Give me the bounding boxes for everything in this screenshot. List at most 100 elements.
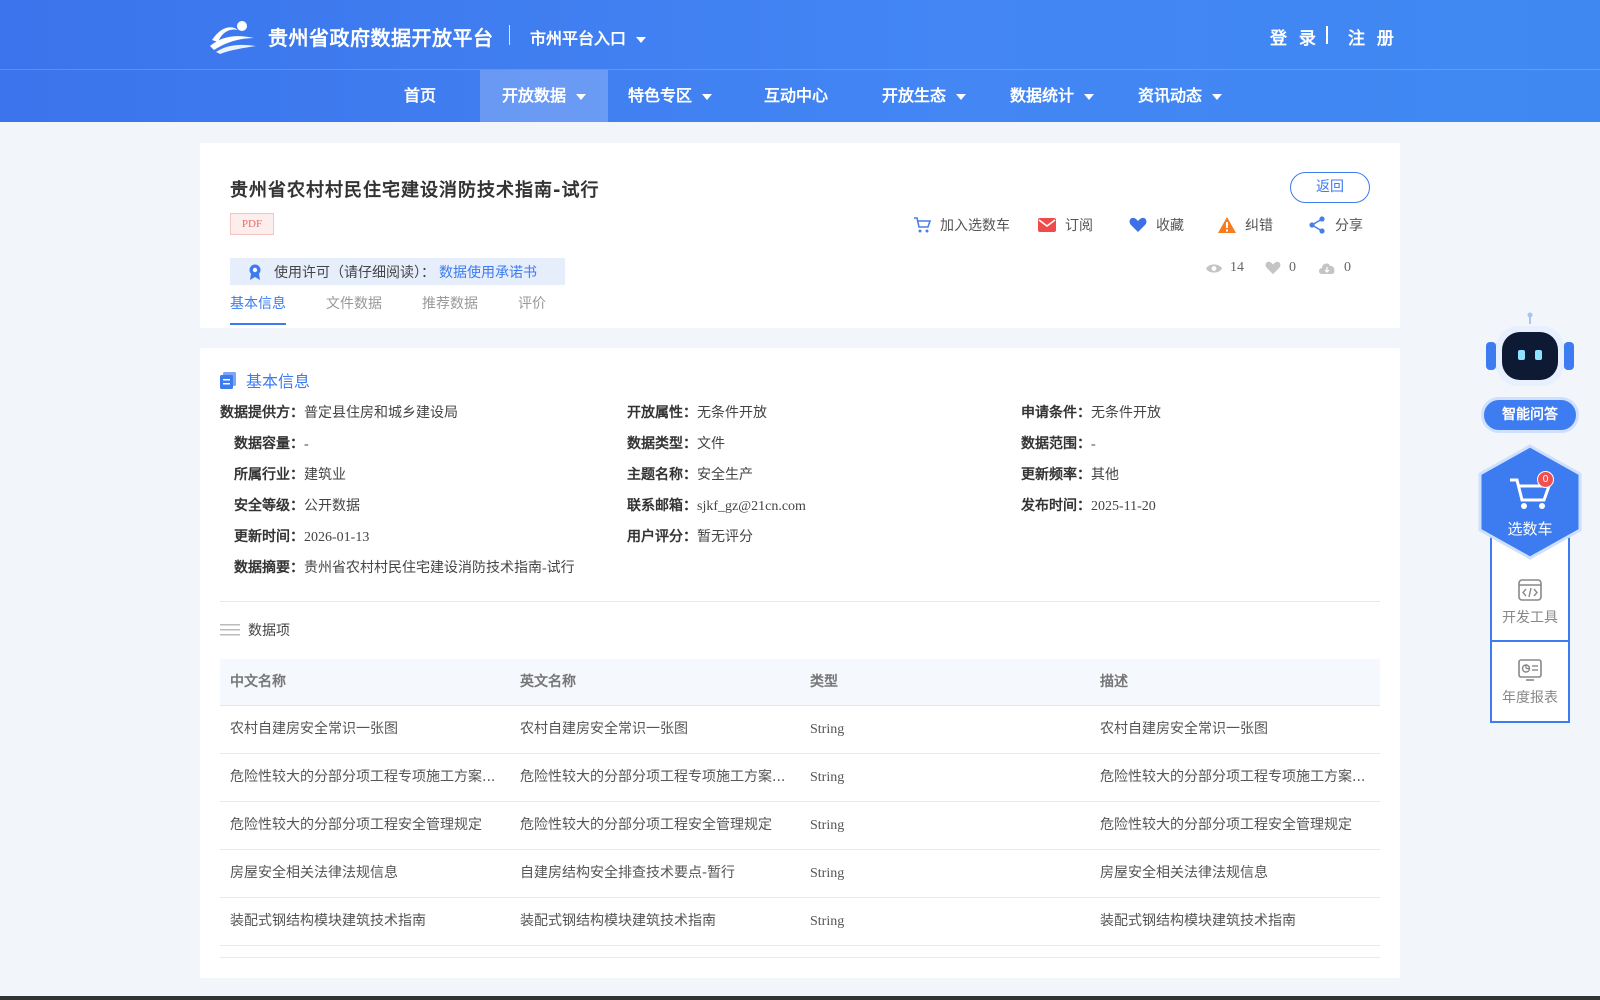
format-badge: PDF bbox=[230, 213, 274, 235]
nav-item-open-data[interactable]: 开放数据 bbox=[480, 70, 608, 122]
add-to-cart-button[interactable]: 加入选数车 bbox=[913, 213, 1010, 237]
table-cell: 危险性较大的分部分项工程专项施工方案... bbox=[230, 769, 496, 785]
tab-review[interactable]: 评价 bbox=[518, 293, 546, 313]
info-apply-condition: 申请条件：无条件开放 bbox=[1021, 402, 1161, 422]
back-button[interactable]: 返回 bbox=[1290, 172, 1370, 203]
info-key: 申请条件： bbox=[1021, 405, 1091, 421]
info-data-range: 数据范围：- bbox=[1021, 433, 1096, 453]
top-header: 贵州省政府数据开放平台 市州平台入口 登 录 注 册 首页 开放数据 特色专区 … bbox=[0, 0, 1600, 122]
cart-label: 选数车 bbox=[1507, 520, 1553, 538]
active-tab-indicator bbox=[230, 323, 286, 325]
info-value: 其他 bbox=[1091, 468, 1119, 483]
list-icon bbox=[220, 624, 240, 636]
license-agreement-link[interactable]: 数据使用承诺书 bbox=[439, 262, 537, 282]
info-update-date: 更新时间：2026-01-13 bbox=[234, 526, 369, 546]
basic-info-heading: 基本信息 bbox=[220, 368, 310, 392]
stat-value: 0 bbox=[1289, 260, 1296, 275]
info-value: 贵州省农村村民住宅建设消防技术指南-试行 bbox=[304, 561, 575, 576]
subscribe-button[interactable]: 订阅 bbox=[1038, 213, 1093, 237]
info-contact-email: 联系邮箱：sjkf_gz@21cn.com bbox=[627, 495, 806, 515]
heart-icon bbox=[1265, 261, 1281, 275]
share-button[interactable]: 分享 bbox=[1308, 213, 1363, 237]
code-icon bbox=[1518, 579, 1542, 601]
likes-count: 0 bbox=[1265, 260, 1296, 276]
info-user-rating: 用户评分：暂无评分 bbox=[627, 526, 753, 546]
chevron-down-icon bbox=[1212, 93, 1222, 100]
report-icon bbox=[1518, 659, 1542, 681]
section-title: 数据项 bbox=[248, 623, 290, 639]
cart-icon bbox=[914, 217, 931, 233]
nav-item-home[interactable]: 首页 bbox=[394, 70, 446, 122]
action-label: 加入选数车 bbox=[940, 218, 1010, 234]
nav-item-news[interactable]: 资讯动态 bbox=[1130, 70, 1230, 122]
info-key: 数据摘要： bbox=[234, 560, 304, 576]
info-value: 无条件开放 bbox=[697, 406, 767, 421]
main-nav: 首页 开放数据 特色专区 互动中心 开放生态 数据统计 资讯动态 bbox=[0, 70, 1600, 122]
register-link[interactable]: 注 册 bbox=[1348, 24, 1397, 49]
info-value: - bbox=[1091, 437, 1096, 452]
title-divider bbox=[509, 25, 510, 45]
table-cell: 装配式钢结构模块建筑技术指南 bbox=[1100, 913, 1296, 929]
site-title[interactable]: 贵州省政府数据开放平台 bbox=[268, 22, 494, 51]
info-key: 开放属性： bbox=[627, 405, 697, 421]
info-value: 2026-01-13 bbox=[304, 530, 370, 545]
info-provider: 数据提供方：普定县住房和城乡建设局 bbox=[220, 402, 458, 422]
nav-label: 开放生态 bbox=[881, 86, 946, 105]
ai-robot-icon[interactable] bbox=[1484, 312, 1576, 392]
table-cell: String bbox=[810, 770, 845, 785]
dev-tools-button[interactable]: 开发工具 bbox=[1492, 563, 1568, 643]
column-header: 中文名称 bbox=[230, 674, 286, 690]
warning-icon bbox=[1218, 217, 1236, 233]
license-label: 使用许可（请仔细阅读）： bbox=[274, 264, 435, 281]
annual-report-button[interactable]: 年度报表 bbox=[1492, 643, 1568, 723]
eye-icon bbox=[1206, 263, 1222, 273]
info-key: 数据提供方： bbox=[220, 405, 304, 421]
info-value: 公开数据 bbox=[304, 499, 360, 514]
nav-label: 互动中心 bbox=[763, 86, 828, 105]
info-publish-date: 发布时间：2025-11-20 bbox=[1021, 495, 1156, 515]
section-divider bbox=[220, 601, 1380, 602]
tab-recommended-data[interactable]: 推荐数据 bbox=[422, 293, 478, 313]
ai-assistant-button[interactable]: 智能问答 bbox=[1481, 397, 1579, 433]
document-icon bbox=[220, 371, 236, 389]
share-icon bbox=[1309, 216, 1325, 234]
nav-item-ecosystem[interactable]: 开放生态 bbox=[874, 70, 974, 122]
info-key: 数据容量： bbox=[234, 436, 304, 452]
city-platform-entry[interactable]: 市州平台入口 bbox=[530, 25, 647, 49]
table-cell: String bbox=[810, 914, 845, 929]
login-link[interactable]: 登 录 bbox=[1270, 24, 1319, 49]
platform-logo-icon[interactable] bbox=[208, 18, 258, 54]
nav-item-interaction[interactable]: 互动中心 bbox=[756, 70, 836, 122]
info-data-type: 数据类型：文件 bbox=[627, 433, 725, 453]
side-item-label: 年度报表 bbox=[1502, 690, 1558, 706]
table-cell: String bbox=[810, 722, 845, 737]
tab-basic-info[interactable]: 基本信息 bbox=[230, 293, 286, 313]
side-tools-panel: 开发工具 年度报表 bbox=[1490, 535, 1570, 723]
chevron-down-icon bbox=[636, 36, 647, 43]
table-cell: 危险性较大的分部分项工程安全管理规定 bbox=[520, 817, 772, 833]
nav-label: 资讯动态 bbox=[1137, 86, 1202, 105]
auth-divider bbox=[1326, 26, 1328, 44]
table-cell: 危险性较大的分部分项工程安全管理规定 bbox=[230, 817, 482, 833]
cart-count-badge: 0 bbox=[1537, 471, 1554, 488]
page-bottom-border bbox=[0, 996, 1600, 1000]
report-error-button[interactable]: 纠错 bbox=[1218, 213, 1273, 237]
table-cell: 农村自建房安全常识一张图 bbox=[1100, 721, 1268, 737]
info-value: 安全生产 bbox=[697, 468, 753, 483]
stat-value: 14 bbox=[1230, 260, 1244, 275]
table-row: 危险性较大的分部分项工程安全管理规定 危险性较大的分部分项工程安全管理规定 St… bbox=[220, 802, 1380, 850]
cart-hexagon-button[interactable] bbox=[1478, 444, 1582, 560]
column-header: 类型 bbox=[810, 674, 838, 690]
info-value: sjkf_gz@21cn.com bbox=[697, 499, 806, 514]
action-label: 纠错 bbox=[1245, 218, 1273, 234]
info-value: 暂无评分 bbox=[697, 530, 753, 545]
favorite-button[interactable]: 收藏 bbox=[1129, 213, 1184, 237]
side-divider bbox=[1492, 640, 1568, 642]
nav-item-statistics[interactable]: 数据统计 bbox=[1002, 70, 1102, 122]
data-items-table: 中文名称 英文名称 类型 描述 农村自建房安全常识一张图 农村自建房安全常识一张… bbox=[220, 659, 1380, 958]
data-items-heading: 数据项 bbox=[220, 620, 290, 640]
nav-item-special-zone[interactable]: 特色专区 bbox=[620, 70, 720, 122]
tab-file-data[interactable]: 文件数据 bbox=[326, 293, 382, 313]
table-cell: 房屋安全相关法律法规信息 bbox=[230, 865, 398, 881]
table-cell: 危险性较大的分部分项工程安全管理规定 bbox=[1100, 817, 1352, 833]
